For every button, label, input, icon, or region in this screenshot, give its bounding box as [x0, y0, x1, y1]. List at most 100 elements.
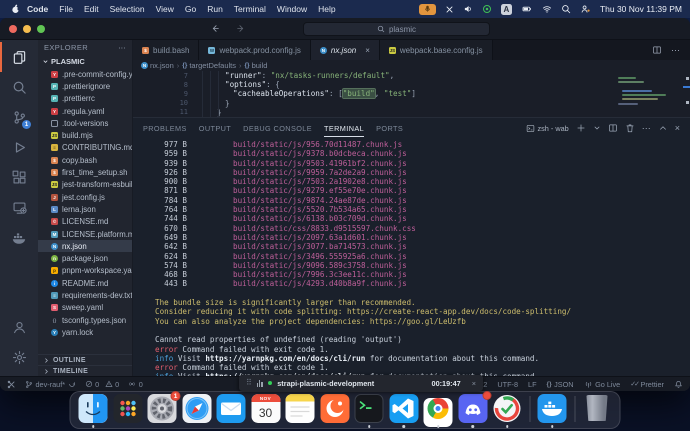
dock-item-safari[interactable] [182, 394, 211, 423]
panel-tab-debug-console[interactable]: DEBUG CONSOLE [243, 120, 312, 137]
dock-item-chrome[interactable] [424, 394, 453, 423]
file-row-sweep-yaml[interactable]: Ssweep.yaml [38, 302, 132, 314]
menu-item-help[interactable]: Help [318, 4, 335, 14]
code-editor[interactable]: 7"runner": "nx/tasks-runners/default",8"… [133, 71, 690, 117]
file-row-tsconfig-types-json[interactable]: {}tsconfig.types.json [38, 314, 132, 326]
volume-icon[interactable] [463, 4, 473, 14]
file-row-package-json[interactable]: npackage.json [38, 252, 132, 264]
activitybar-search-side[interactable] [0, 72, 38, 102]
activitybar-gear[interactable] [0, 342, 38, 372]
file-row--prettierignore[interactable]: P.prettierignore [38, 80, 132, 92]
menu-item-go[interactable]: Go [185, 4, 196, 14]
breadcrumb-item-nx.json[interactable]: Nnx.json [141, 61, 174, 70]
file-row-first-time-setup-sh[interactable]: $first_time_setup.sh [38, 166, 132, 178]
panel-tab-terminal[interactable]: TERMINAL [324, 120, 364, 137]
close-window-button[interactable] [9, 25, 17, 33]
user-switch-icon[interactable] [580, 4, 591, 14]
file-row-lerna-json[interactable]: Llerna.json [38, 203, 132, 215]
file-row--pre-commit-config-y-[interactable]: Y.pre-commit-config.y... [38, 68, 132, 80]
minimap-slider[interactable] [683, 86, 690, 88]
dock-item-finder[interactable] [79, 394, 108, 423]
minimap[interactable] [616, 73, 680, 115]
file-row-copy-bash[interactable]: $copy.bash [38, 154, 132, 166]
stats-icon[interactable] [482, 4, 492, 14]
dock-item-notes[interactable] [286, 394, 315, 423]
terminal-output[interactable]: 977 Bbuild/static/js/956.70d11487.chunk.… [133, 138, 690, 376]
menu-item-view[interactable]: View [156, 4, 174, 14]
terminal-instance-label[interactable]: zsh - wab [526, 124, 569, 133]
tab-webpack-base-config-js[interactable]: JSwebpack.base.config.js [380, 40, 493, 60]
project-section-header[interactable]: PLASMIC [38, 55, 132, 68]
dock-item-launchpad[interactable] [113, 394, 142, 423]
statusbar-prettier[interactable]: ✓✓Prettier [630, 380, 664, 389]
menu-item-edit[interactable]: Edit [84, 4, 99, 14]
statusbar-lf[interactable]: LF [528, 380, 537, 389]
dock-item-mail[interactable] [217, 394, 246, 423]
dock-item-docker[interactable] [538, 394, 567, 423]
file-row--prettierrc[interactable]: P.prettierrc [38, 93, 132, 105]
activitybar-account[interactable] [0, 312, 38, 342]
notifications-bell-icon[interactable] [674, 380, 683, 389]
activitybar-docker-act[interactable] [0, 222, 38, 252]
activitybar-scm[interactable]: 1 [0, 102, 38, 132]
breadcrumb-item-targetdefaults[interactable]: {}targetDefaults [182, 61, 236, 70]
close-icon[interactable]: × [472, 379, 476, 388]
chev-up-icon[interactable] [658, 123, 668, 133]
chev-down-icon[interactable] [593, 124, 601, 132]
breadcrumb-item-build[interactable]: {}build [245, 61, 268, 70]
dock-item-timer-app[interactable] [493, 394, 522, 423]
panel-tab-ports[interactable]: PORTS [376, 120, 403, 137]
tab-nx-json[interactable]: Nnx.json× [311, 40, 380, 60]
dock-item-postman[interactable] [320, 394, 349, 423]
input-source-icon[interactable]: A [501, 4, 512, 15]
file-row-readme-md[interactable]: iREADME.md [38, 277, 132, 289]
dock-item-discord[interactable] [458, 394, 487, 423]
command-search-box[interactable]: plasmic [303, 22, 490, 36]
panel-tab-output[interactable]: OUTPUT [199, 120, 231, 137]
menu-item-selection[interactable]: Selection [110, 4, 145, 14]
activitybar-explorer[interactable] [0, 42, 38, 72]
dock-item-calendar[interactable]: NOV30 [251, 394, 280, 423]
file-row--regula-yaml[interactable]: Y.regula.yaml [38, 105, 132, 117]
file-row-pnpm-workspace-yaml[interactable]: ppnpm-workspace.yaml [38, 265, 132, 277]
git-branch-indicator[interactable]: dev-rauf* [25, 380, 76, 389]
file-row-jest-transform-esbuil-[interactable]: JSjest-transform-esbuil... [38, 179, 132, 191]
file-row-license-md[interactable]: ©LICENSE.md [38, 216, 132, 228]
battery-icon[interactable] [521, 4, 533, 14]
wifi-icon[interactable] [542, 4, 552, 14]
sidebar-section-timeline[interactable]: TIMELINE [38, 365, 132, 376]
menu-item-run[interactable]: Run [207, 4, 223, 14]
menu-item-code[interactable]: Code [27, 4, 48, 14]
statusbar-json[interactable]: {}JSON [547, 380, 574, 389]
sidebar-section-outline[interactable]: OUTLINE [38, 354, 132, 365]
problems-indicator[interactable]: 0 0 [85, 380, 120, 389]
file-row-build-mjs[interactable]: JSbuild.mjs [38, 129, 132, 141]
time-tracker-overlay[interactable]: ⠿ strapi-plasmic-development 00:19:47 × [239, 375, 483, 391]
menubar-clock[interactable]: Thu 30 Nov 11:39 PM [600, 4, 682, 14]
close-x-icon[interactable]: × [675, 124, 680, 133]
file-row-yarn-lock[interactable]: Yyarn.lock [38, 326, 132, 338]
activitybar-remote[interactable] [0, 192, 38, 222]
zoom-window-button[interactable] [37, 25, 45, 33]
file-row-nx-json[interactable]: Nnx.json [38, 240, 132, 252]
back-arrow-icon[interactable] [210, 24, 220, 33]
xbar-icon[interactable] [445, 5, 454, 14]
split-editor-icon[interactable] [652, 45, 662, 55]
file-row-contributing-md[interactable]: ≡CONTRIBUTING.md [38, 142, 132, 154]
window-titlebar[interactable]: plasmic [0, 18, 690, 40]
drag-handle-icon[interactable]: ⠿ [246, 379, 252, 387]
minimize-window-button[interactable] [23, 25, 31, 33]
file-row-license-platform-md[interactable]: MLICENSE.platform.md [38, 228, 132, 240]
mic-icon[interactable] [419, 4, 436, 15]
plus-icon[interactable] [576, 123, 586, 133]
ports-indicator[interactable]: 0 [128, 380, 143, 389]
trash-icon[interactable] [625, 123, 635, 133]
menu-item-file[interactable]: File [59, 4, 73, 14]
tab-webpack-prod-config-js[interactable]: Wwebpack.prod.config.js [199, 40, 310, 60]
tab-build-bash[interactable]: $build.bash [133, 40, 199, 60]
dock-item-vscode[interactable] [389, 394, 418, 423]
file-row-requirements-dev-txt[interactable]: ≡requirements-dev.txt [38, 289, 132, 301]
forward-arrow-icon[interactable] [236, 24, 246, 33]
dock-item-trash[interactable] [583, 394, 612, 423]
statusbar-utf-8[interactable]: UTF-8 [497, 380, 518, 389]
